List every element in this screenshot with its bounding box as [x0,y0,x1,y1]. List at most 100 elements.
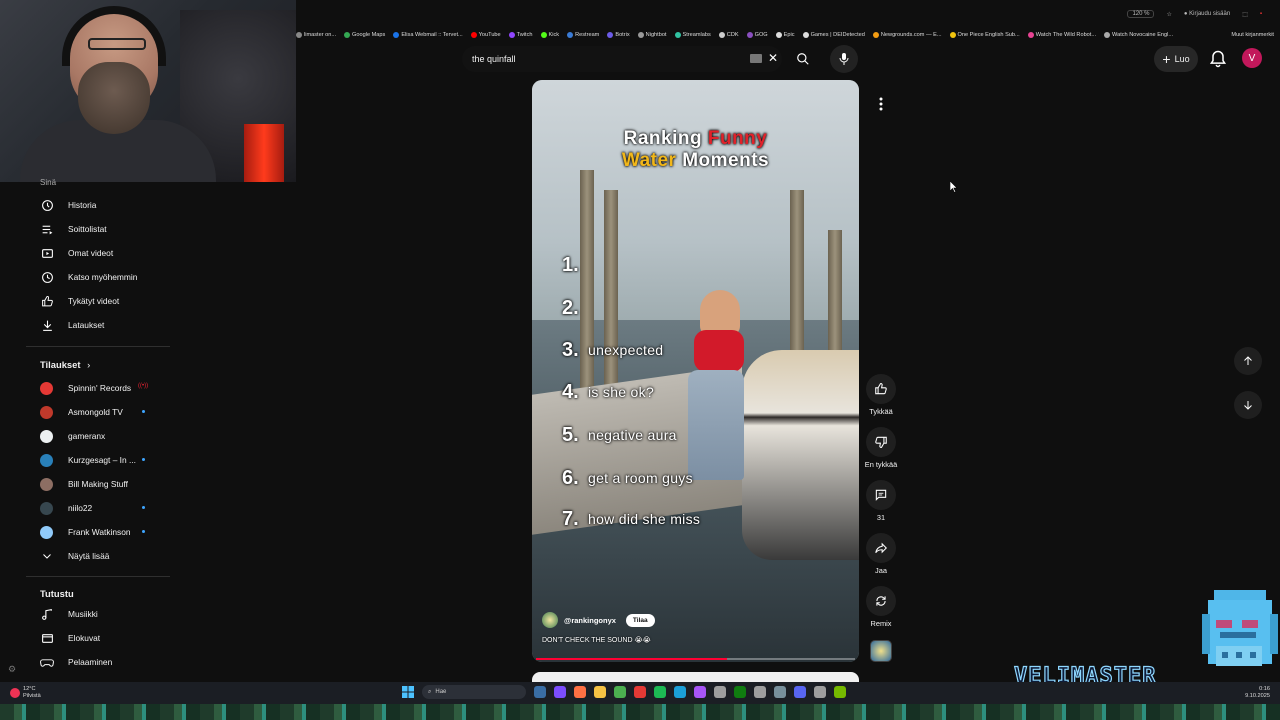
sidebar-item-liked-videos[interactable]: Tykätyt videot [26,290,170,312]
show-more-button[interactable]: Näytä lisää [26,545,170,567]
taskbar-app-icon[interactable] [654,686,666,698]
system-tray[interactable]: 0:16 9.10.2025 [1245,686,1270,700]
windows-start-icon[interactable] [402,686,414,698]
search-button[interactable] [790,47,816,71]
dislike-button[interactable]: En tykkää [862,427,900,469]
notifications-button[interactable] [1208,49,1228,69]
taskbar-app-icon[interactable] [754,686,766,698]
bookmark-star-icon[interactable]: ☆ [1166,11,1171,18]
bookmark-item[interactable]: YouTube [470,32,501,38]
taskbar-app-icon[interactable] [814,686,826,698]
next-short-button[interactable] [1234,391,1262,419]
subscriptions-heading[interactable]: Tilaukset › [40,359,90,370]
short-video-player[interactable]: Ranking Funny Water Moments 1. 2. 3. unex… [532,80,859,662]
taskbar-app-icon[interactable] [614,686,626,698]
next-short-preview[interactable] [532,672,859,682]
weather-widget[interactable]: 12°C Pilvistä [10,686,41,700]
bookmark-favicon-icon [775,32,782,38]
taskbar-app-icon[interactable] [774,686,786,698]
bookmark-favicon-icon [470,32,477,38]
bookmark-item[interactable]: Elisa Webmail :: Tervet... [393,32,463,38]
previous-short-button[interactable] [1234,347,1262,375]
gear-icon[interactable]: ⚙ [8,664,16,675]
sidebar-item-music[interactable]: Musiikki [26,603,170,625]
bookmark-item[interactable]: limaster on... [296,32,336,38]
bookmark-item[interactable]: Kick [540,32,559,38]
clear-search-icon[interactable]: ✕ [768,51,778,65]
sidebar-subscription-item[interactable]: Bill Making Stuff [26,473,170,495]
microphone-icon [839,53,849,65]
bookmark-item[interactable]: Watch The Wild Robot... [1027,32,1096,38]
like-button[interactable]: Tykkää [862,374,900,416]
sound-thumbnail[interactable] [870,640,892,662]
more-options-button[interactable] [870,93,892,115]
taskbar-app-icon[interactable] [574,686,586,698]
bookmark-item[interactable]: Streamlabs [674,32,711,38]
comments-button[interactable]: 31 [862,480,900,522]
create-button[interactable]: + Luo [1154,46,1198,72]
bookmark-item[interactable]: Newgrounds.com — E... [872,32,942,38]
sidebar-subscription-item[interactable]: Frank Watkinson [26,521,170,543]
liked-videos-icon [40,294,54,308]
taskbar-app-icon[interactable] [594,686,606,698]
bookmark-item[interactable]: Nightbot [637,32,667,38]
sidebar-item-playlists[interactable]: Soittolistat [26,218,170,240]
channel-avatar [40,381,53,395]
bookmark-item[interactable]: CDK [718,32,739,38]
sidebar-item-downloads[interactable]: Lataukset [26,314,170,336]
subscribe-button[interactable]: Tilaa [625,613,655,627]
bookmark-item[interactable]: Botrix [607,32,630,38]
taskbar-app-icon[interactable] [794,686,806,698]
taskbar-search[interactable]: ⌕ Hae [422,685,526,699]
keyboard-icon[interactable] [750,54,762,63]
sidebar-subscription-item[interactable]: Spinnin' Records ((•)) [26,377,170,399]
sidebar-item-watch-later[interactable]: Katso myöhemmin [26,266,170,288]
taskbar-app-icon[interactable] [694,686,706,698]
voice-search-button[interactable] [830,45,858,73]
bookmark-favicon-icon [718,32,725,38]
extensions-icon[interactable]: ⬚ [1242,11,1248,18]
search-icon: ⌕ [428,688,432,695]
bookmark-item[interactable]: Restream [567,32,599,38]
taskbar-app-icon[interactable] [634,686,646,698]
search-input[interactable]: the quinfall ✕ [462,46,782,72]
bookmark-item[interactable]: Twitch [508,32,533,38]
bookmark-favicon-icon [1027,32,1034,38]
sidebar-item-your-videos[interactable]: Omat videot [26,242,170,264]
bookmark-item[interactable]: Epic [775,32,795,38]
other-bookmarks-folder[interactable]: Muut kirjanmerkit [1231,32,1280,38]
bookmark-item[interactable]: One Piece English Sub... [949,32,1020,38]
sidebar-subscription-item[interactable]: gameranx [26,425,170,447]
bookmark-item[interactable]: GOG [746,32,768,38]
taskbar-app-icon[interactable] [534,686,546,698]
remix-button[interactable]: Remix [862,586,900,628]
bookmark-item[interactable]: Games | DEIDetected [802,32,865,38]
zoom-level[interactable]: 120 % [1127,10,1155,18]
menu-icon[interactable]: ▪ [1260,11,1262,17]
bookmark-item[interactable]: Watch Novocaine Engl... [1104,32,1173,38]
bookmark-favicon-icon [802,32,809,38]
weather-icon [10,688,20,698]
bookmark-item[interactable]: Google Maps [344,32,385,38]
sidebar-subscription-item[interactable]: Asmongold TV [26,401,170,423]
rank-item: 7. how did she miss [562,507,701,530]
signin-button[interactable]: ● Kirjaudu sisään [1184,11,1230,17]
taskbar-app-icon[interactable] [734,686,746,698]
sidebar-subscription-item[interactable]: Kurzgesagt – In ... [26,449,170,471]
sidebar-item-gaming[interactable]: Pelaaminen [26,651,170,673]
bookmark-favicon-icon [508,32,515,38]
bookmark-favicon-icon [1104,32,1111,38]
channel-avatar[interactable] [542,612,558,628]
taskbar-app-icon[interactable] [834,686,846,698]
sidebar-item-movies[interactable]: Elokuvat [26,627,170,649]
taskbar-app-icon[interactable] [714,686,726,698]
account-avatar[interactable]: V [1242,48,1262,68]
share-button[interactable]: Jaa [862,533,900,575]
taskbar-app-icon[interactable] [554,686,566,698]
sidebar-item-history[interactable]: Historia [26,194,170,216]
taskbar-app-icon[interactable] [674,686,686,698]
channel-name[interactable]: @rankingonyx [564,616,616,625]
progress-bar[interactable] [536,658,855,660]
sidebar-subscription-item[interactable]: niilo22 [26,497,170,519]
video-caption[interactable]: DON'T CHECK THE SOUND 😭😭 [542,636,651,644]
